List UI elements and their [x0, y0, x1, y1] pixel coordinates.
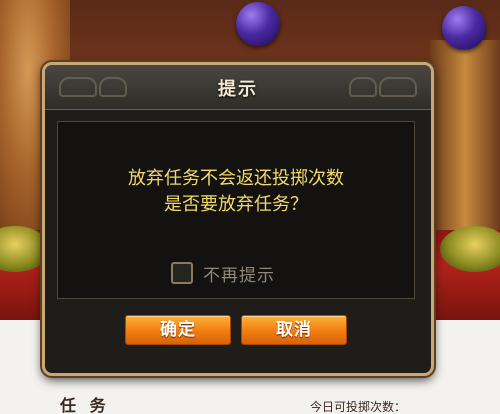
board-tile-icon	[440, 226, 500, 272]
background-pillar-decoration	[430, 40, 500, 240]
dont-show-again-option[interactable]: 不再提示	[171, 261, 275, 286]
dialog-message: 放弃任务不会返还投掷次数 是否要放弃任务？	[58, 166, 414, 218]
confirm-dialog: 提示 放弃任务不会返还投掷次数 是否要放弃任务？ 不再提示 确定 取消	[42, 62, 434, 376]
background-footer-label: 任 务	[60, 396, 110, 414]
confirm-button[interactable]: 确定	[125, 315, 231, 345]
cancel-button[interactable]: 取消	[241, 315, 347, 345]
dont-show-again-checkbox[interactable]	[171, 262, 193, 284]
background-throw-count-label: 今日可投掷次数：	[310, 400, 407, 414]
dialog-message-line-2: 是否要放弃任务？	[164, 194, 308, 215]
dialog-title: 提示	[218, 79, 258, 100]
dialog-message-line-1: 放弃任务不会返还投掷次数	[128, 168, 344, 189]
purple-orb-icon	[236, 2, 280, 46]
purple-orb-icon	[442, 6, 486, 50]
dialog-titlebar: 提示	[45, 65, 431, 110]
dont-show-again-label: 不再提示	[203, 265, 275, 286]
